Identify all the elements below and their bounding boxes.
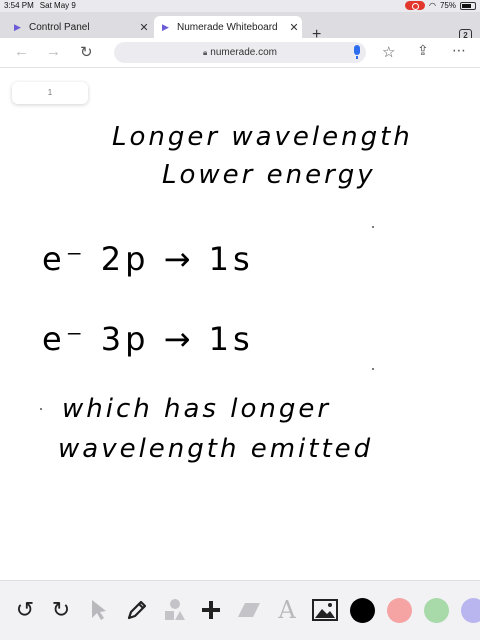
microphone-icon[interactable] — [354, 45, 360, 59]
more-icon[interactable]: ⋯ — [452, 42, 466, 59]
stray-dot — [372, 368, 374, 370]
undo-icon[interactable]: ↺ — [12, 597, 38, 623]
battery-icon — [460, 1, 476, 10]
back-arrow-icon[interactable]: ← — [14, 43, 29, 60]
color-swatch-black[interactable] — [350, 598, 375, 623]
handwritten-line-2: Lower energy — [162, 160, 376, 190]
status-time: 3:54 PM — [4, 1, 34, 10]
tab-control-panel[interactable]: ▶ Control Panel ✕ — [6, 16, 152, 38]
bookmark-star-icon[interactable]: ☆ — [382, 43, 395, 61]
tab-title: Control Panel — [29, 21, 90, 33]
wifi-icon: ◠ — [429, 1, 436, 10]
handwritten-line-5: which has longer — [62, 394, 332, 424]
forward-arrow-icon[interactable]: → — [46, 43, 61, 60]
pointer-icon[interactable] — [86, 597, 112, 623]
close-icon[interactable]: ✕ — [136, 21, 152, 34]
drawing-toolbar: ↺ ↻ A — [0, 580, 480, 640]
url-text: numerade.com — [210, 47, 277, 58]
add-icon[interactable] — [198, 597, 224, 623]
screen-record-icon — [405, 1, 425, 10]
eraser-icon[interactable] — [236, 597, 262, 623]
share-icon[interactable]: ⇪ — [417, 42, 429, 59]
reload-icon[interactable]: ↻ — [80, 43, 93, 61]
close-icon[interactable]: ✕ — [286, 21, 302, 34]
pen-icon[interactable] — [124, 597, 150, 623]
status-date: Sat May 9 — [39, 1, 76, 10]
shapes-icon[interactable] — [162, 597, 188, 623]
whiteboard-canvas[interactable]: 1 Longer wavelength Lower energy e⁻ 2p →… — [0, 68, 480, 580]
browser-toolbar: ← → ↻ 🔒︎ numerade.com ☆ ⇪ ⋯ — [0, 38, 480, 68]
stray-dot — [40, 408, 42, 410]
handwritten-line-4: e⁻ 3p → 1s — [42, 320, 254, 358]
numerade-favicon-icon: ▶ — [14, 22, 21, 32]
address-bar[interactable]: 🔒︎ numerade.com — [114, 42, 366, 63]
lock-icon: 🔒︎ — [203, 47, 208, 57]
color-swatch-pink[interactable] — [387, 598, 412, 623]
color-swatch-green[interactable] — [424, 598, 449, 623]
status-bar: 3:54 PM Sat May 9 ◠ 75% — [0, 0, 480, 12]
handwritten-line-1: Longer wavelength — [112, 122, 413, 152]
tab-numerade-whiteboard[interactable]: ▶ Numerade Whiteboard ✕ — [154, 16, 302, 38]
handwritten-line-3: e⁻ 2p → 1s — [42, 240, 254, 278]
text-icon[interactable]: A — [274, 596, 300, 624]
page-indicator[interactable]: 1 — [12, 82, 88, 104]
stray-dot — [372, 226, 374, 228]
tab-strip: ▶ Control Panel ✕ ▶ Numerade Whiteboard … — [0, 12, 480, 43]
handwritten-line-6: wavelength emitted — [58, 434, 374, 464]
tab-title: Numerade Whiteboard — [177, 21, 278, 33]
redo-icon[interactable]: ↻ — [48, 597, 74, 623]
image-icon[interactable] — [312, 597, 338, 623]
color-swatch-purple[interactable] — [461, 598, 480, 623]
battery-percent: 75% — [439, 1, 456, 10]
numerade-favicon-icon: ▶ — [162, 22, 169, 32]
